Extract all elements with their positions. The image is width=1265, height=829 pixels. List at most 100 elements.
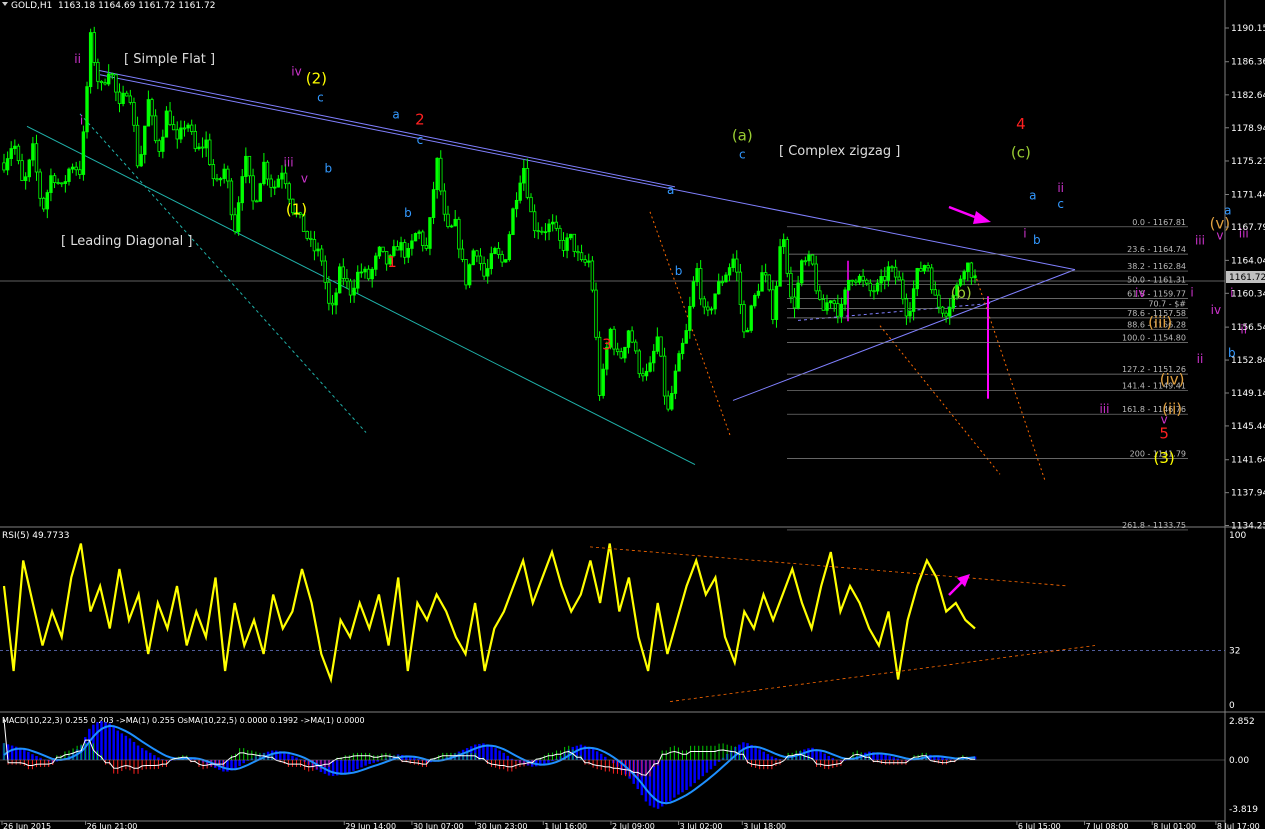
candle-bear [211, 164, 216, 180]
candle-bull [760, 272, 764, 292]
candle-bull [846, 279, 851, 291]
chart-window[interactable]: GOLD,H1 1163.18 1164.69 1161.72 1161.72 … [0, 0, 1265, 829]
time-tick-label: 2 Jul 09:00 [612, 822, 655, 829]
candle-bear [132, 102, 136, 126]
candle-bull [626, 330, 631, 348]
candle-bear [157, 140, 161, 152]
candle-bear [125, 92, 129, 97]
candle-bull [280, 172, 284, 180]
candle-bull [370, 268, 374, 280]
candle-bear [901, 279, 905, 300]
wave-label: b [404, 206, 412, 220]
candle-bear [706, 306, 710, 311]
candle-bear [785, 239, 789, 274]
wave-label: (a) [732, 127, 753, 145]
wave-label: (c) [1011, 143, 1031, 161]
candle-bear [96, 62, 100, 82]
price-tick-label: 1175.21 [1231, 157, 1265, 167]
candle-bear [821, 298, 826, 311]
candle-bull [677, 353, 681, 372]
candle-bear [630, 330, 634, 343]
candle-bull [316, 248, 320, 252]
price-tick-label: 1178.94 [1231, 124, 1265, 134]
candle-bear [265, 161, 270, 180]
candle-bear [16, 145, 21, 162]
time-tick-label: 8 Jul 01:00 [1153, 822, 1196, 829]
price-tick-label: 1149.14 [1231, 389, 1265, 399]
candle-bear [771, 289, 775, 320]
candle-bull [337, 266, 342, 294]
candle-bear [460, 248, 465, 260]
candle-bull [262, 161, 266, 185]
candle-bull [807, 254, 811, 262]
candle-bear [933, 289, 937, 296]
candle-bull [67, 168, 71, 182]
candle-bear [554, 221, 558, 229]
candle-bear [254, 200, 259, 203]
candle-bear [56, 182, 60, 184]
candle-bull [839, 303, 844, 317]
price-tick-label: 1134.25 [1231, 522, 1265, 532]
candle-bull [352, 287, 356, 296]
ohlc-readout: 1163.18 1164.69 1161.72 1161.72 [58, 1, 215, 11]
candle-bear [193, 131, 198, 150]
candle-bear [215, 178, 219, 181]
candle-bull [449, 225, 454, 228]
candle-bear [464, 259, 468, 286]
candle-bear [532, 211, 537, 232]
candle-bull [164, 110, 169, 138]
candle-bull [106, 73, 111, 85]
wave-label: 3 [602, 336, 612, 354]
candle-bull [511, 208, 515, 235]
candle-bear [226, 168, 230, 182]
candle-bear [496, 247, 501, 255]
candle-bear [803, 260, 808, 263]
candle-bear [929, 267, 934, 291]
candle-bear [583, 259, 587, 263]
time-tick-label: 26 Jun 21:00 [87, 822, 138, 829]
wave-label: v [1216, 228, 1223, 242]
price-tick-label: 1156.54 [1231, 323, 1265, 333]
price-tick-label: 1190.15 [1231, 24, 1265, 34]
candle-bear [200, 146, 205, 149]
candle-bull [143, 125, 147, 155]
candle-bear [763, 272, 768, 276]
candle-bear [20, 160, 24, 181]
candle-bear [919, 268, 923, 272]
candle-bear [590, 260, 595, 291]
wave-label: iii [284, 155, 294, 169]
candle-bear [720, 281, 725, 284]
wave-label: a [667, 183, 674, 197]
candle-bull [825, 302, 829, 311]
candle-bear [446, 213, 450, 228]
candle-bull [435, 157, 439, 190]
candle-bear [345, 278, 349, 282]
candle-bear [402, 242, 407, 258]
candle-bear [836, 303, 840, 317]
candle-bull [781, 239, 786, 248]
candle-bull [276, 178, 281, 188]
candle-bear [612, 328, 616, 350]
candle-bull [709, 308, 714, 311]
candle-bear [637, 350, 642, 375]
candle-bear [114, 74, 118, 93]
candle-bull [756, 290, 761, 296]
candle-bull [518, 182, 522, 201]
candle-bear [861, 275, 865, 281]
wave-label: (iv) [1160, 370, 1185, 388]
fib-label: 23.6 - 1164.74 [1127, 245, 1186, 254]
current-price-label: 1161.72 [1229, 273, 1265, 283]
candle-bull [244, 155, 248, 177]
wave-label: ii [1197, 352, 1204, 366]
wave-label: a [1029, 188, 1036, 202]
candle-bull [359, 271, 364, 274]
wave-label: b [325, 162, 333, 176]
wave-label: (b) [951, 284, 972, 302]
candle-bear [283, 172, 288, 185]
candle-bear [117, 91, 122, 104]
candle-bull [670, 393, 674, 410]
fib-label: 70.7 - $# [1148, 300, 1186, 309]
rsi-label: RSI(5) 49.7733 [2, 531, 69, 541]
candle-bull [273, 186, 277, 189]
candle-bull [828, 300, 833, 304]
